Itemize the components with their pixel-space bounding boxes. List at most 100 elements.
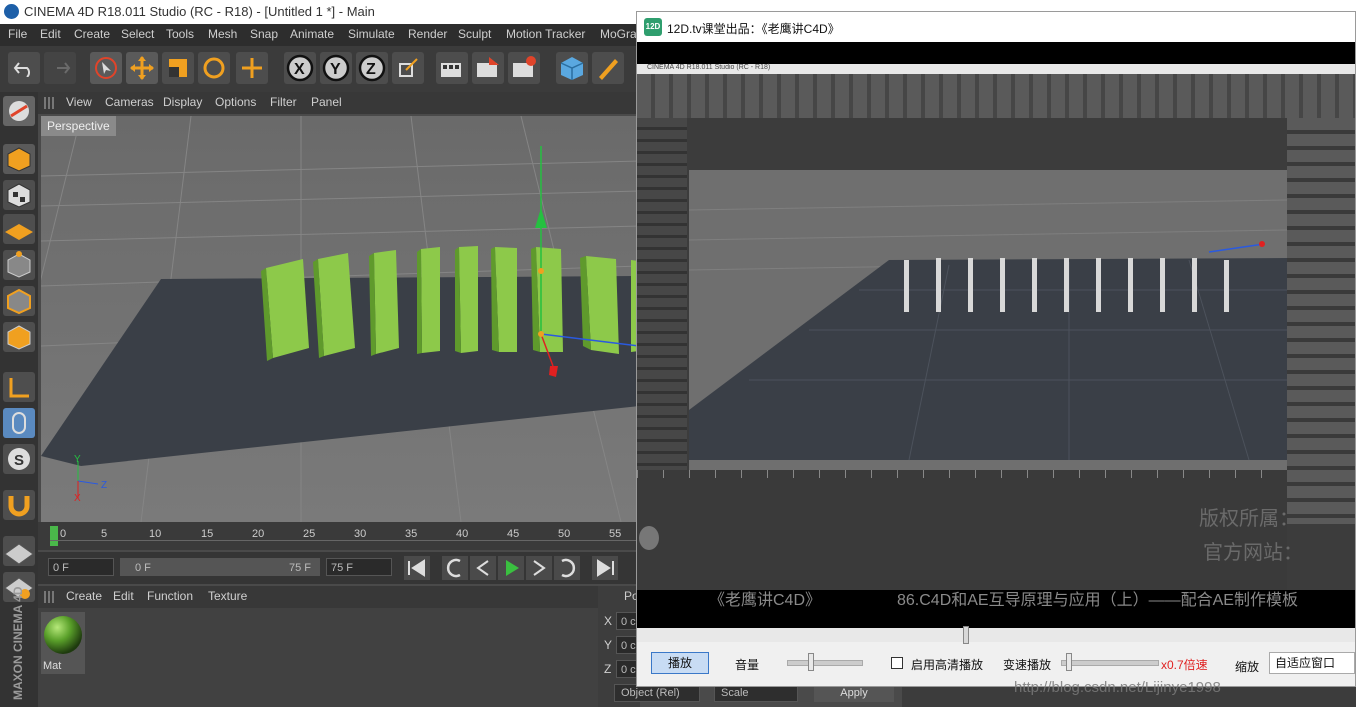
recent-tool-icon[interactable] [236, 52, 268, 84]
cube-icon[interactable] [556, 52, 588, 84]
zoom-dropdown[interactable]: 自适应窗口 [1269, 652, 1355, 674]
cinema4d-logo-icon [4, 4, 19, 19]
menu-animate[interactable]: Animate [290, 27, 334, 41]
volume-handle[interactable] [808, 653, 814, 671]
pen-icon[interactable] [592, 52, 624, 84]
mat-menu-edit[interactable]: Edit [113, 589, 134, 603]
menu-sculpt[interactable]: Sculpt [458, 27, 491, 41]
vp-menu-display[interactable]: Display [163, 95, 202, 109]
material-menu-bar: Create Edit Function Texture [38, 586, 598, 608]
menu-motion-tracker[interactable]: Motion Tracker [506, 27, 585, 41]
vp-menu-filter[interactable]: Filter [270, 95, 297, 109]
vp-menu-cameras[interactable]: Cameras [105, 95, 154, 109]
speed-slider[interactable] [1061, 653, 1159, 671]
subtitle-series: 《老鹰讲C4D》 [709, 592, 822, 609]
axis-label-y: Y [604, 638, 613, 652]
viewport-scene: Y Z X [41, 116, 639, 522]
hd-checkbox[interactable] [891, 657, 903, 669]
x-axis-icon[interactable]: X [284, 52, 316, 84]
undo-icon[interactable] [8, 52, 40, 84]
solo-icon[interactable]: S [3, 444, 35, 474]
render-view-icon[interactable] [436, 52, 468, 84]
edges-mode-icon[interactable] [3, 286, 35, 316]
material-swatch[interactable]: Mat [41, 612, 85, 674]
snap-icon[interactable] [3, 490, 35, 520]
menu-create[interactable]: Create [74, 27, 110, 41]
next-keyframe-icon[interactable] [554, 556, 580, 580]
previous-frame-icon[interactable] [470, 556, 496, 580]
speed-label: 变速播放 [1003, 658, 1052, 672]
menu-edit[interactable]: Edit [40, 27, 61, 41]
enable-axis-icon[interactable] [3, 372, 35, 402]
player-controls: 播放 音量 启用高清播放 变速播放 x0.7倍速 缩放 自适应窗口 [637, 626, 1355, 686]
live-selection-icon[interactable] [90, 52, 122, 84]
menu-mesh[interactable]: Mesh [208, 27, 237, 41]
workplane-icon[interactable] [3, 214, 35, 244]
timeline-ruler[interactable]: 0 5 10 15 20 25 30 35 40 45 50 55 [38, 522, 638, 550]
volume-slider[interactable] [787, 653, 863, 671]
menu-select[interactable]: Select [121, 27, 154, 41]
previous-keyframe-icon[interactable] [442, 556, 468, 580]
menu-simulate[interactable]: Simulate [348, 27, 395, 41]
perspective-viewport[interactable]: Y Z X Perspective [41, 116, 639, 522]
make-editable-icon[interactable] [3, 96, 35, 126]
vp-menu-options[interactable]: Options [215, 95, 256, 109]
points-mode-icon[interactable] [3, 250, 35, 280]
video-area[interactable]: CINEMA 4D R18.011 Studio (RC - R18) 版权所属… [637, 42, 1355, 628]
menu-mograph[interactable]: MoGra [600, 27, 637, 41]
render-settings-icon[interactable] [508, 52, 540, 84]
next-frame-icon[interactable] [526, 556, 552, 580]
range-end: 75 F [288, 562, 311, 574]
recorded-bottom-panels [637, 470, 1287, 590]
go-to-end-icon[interactable] [592, 556, 618, 580]
viewport-menu-bar: View Cameras Display Options Filter Pane… [38, 92, 638, 114]
mat-menu-create[interactable]: Create [66, 589, 102, 603]
move-icon[interactable] [126, 52, 158, 84]
menu-render[interactable]: Render [408, 27, 447, 41]
render-to-picture-viewer-icon[interactable] [472, 52, 504, 84]
seek-handle[interactable] [963, 626, 969, 644]
timeline-tick: 50 [558, 528, 571, 540]
vp-menu-view[interactable]: View [66, 95, 92, 109]
z-axis-icon[interactable]: Z [356, 52, 388, 84]
play-forward-icon[interactable] [498, 556, 524, 580]
redo-icon[interactable] [44, 52, 76, 84]
menu-tools[interactable]: Tools [166, 27, 194, 41]
speed-handle[interactable] [1066, 653, 1072, 671]
mat-menu-texture[interactable]: Texture [208, 589, 247, 603]
y-axis-icon[interactable]: Y [320, 52, 352, 84]
model-mode-icon[interactable] [3, 144, 35, 174]
watermark-copyright: 版权所属： [1199, 508, 1299, 530]
scale-icon[interactable] [162, 52, 194, 84]
end-frame-field[interactable]: 75 F [326, 558, 392, 576]
texture-mode-icon[interactable] [3, 180, 35, 210]
player-title-bar: 12D 12D.tv课堂出品：《老鹰讲C4D》 [637, 12, 1355, 42]
menu-file[interactable]: File [8, 27, 27, 41]
polygons-mode-icon[interactable] [3, 322, 35, 352]
vp-menu-panel[interactable]: Panel [311, 95, 342, 109]
svg-text:Y: Y [74, 454, 81, 465]
menu-snap[interactable]: Snap [250, 27, 278, 41]
svg-text:X: X [294, 61, 305, 78]
go-to-start-icon[interactable] [404, 556, 430, 580]
maxon-cinema4d-branding: MAXON CINEMA 4D [2, 586, 36, 702]
current-frame-field[interactable]: 0 F [48, 558, 114, 576]
frame-range-slider[interactable]: 0 F 75 F [120, 558, 320, 576]
viewport-label: Perspective [41, 116, 116, 136]
player-title: 12D.tv课堂出品：《老鹰讲C4D》 [667, 22, 840, 36]
apply-label: Apply [840, 687, 868, 699]
scale-dropdown-label: Scale [721, 687, 749, 699]
workplane-grid-icon[interactable] [3, 536, 35, 566]
recorded-toolbar [637, 74, 1355, 118]
rotate-icon[interactable] [198, 52, 230, 84]
coordinate-system-icon[interactable] [392, 52, 424, 84]
timeline-tick: 25 [303, 528, 316, 540]
seek-bar[interactable] [637, 626, 1355, 644]
recorded-right-palette [1287, 118, 1355, 524]
play-button[interactable]: 播放 [651, 652, 709, 674]
mat-menu-function[interactable]: Function [147, 589, 193, 603]
playhead-marker[interactable] [50, 526, 58, 546]
zoom-label: 缩放 [1235, 660, 1260, 674]
tweak-mode-icon[interactable] [3, 408, 35, 438]
svg-text:Y: Y [330, 61, 341, 78]
